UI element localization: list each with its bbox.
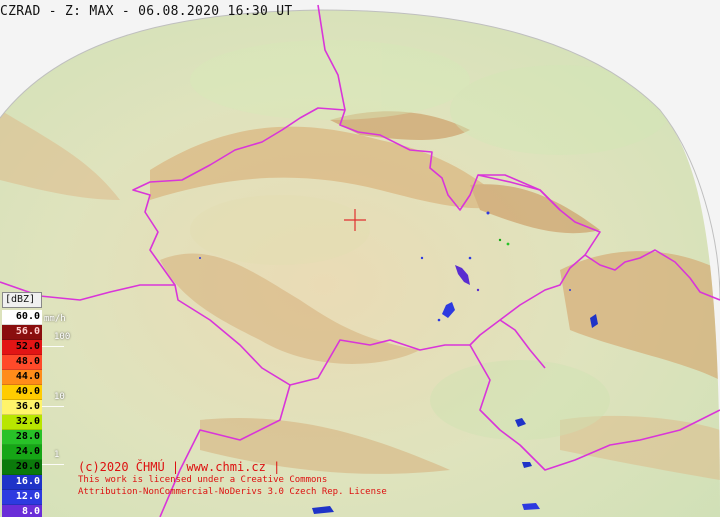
- legend-row: 56.0: [2, 325, 42, 340]
- license-line-2: Attribution-NonCommercial-NoDerivs 3.0 C…: [78, 487, 387, 497]
- copyright-notice: (c)2020 ČHMÚ | www.chmi.cz | This work i…: [78, 460, 387, 498]
- legend-row: 44.0: [2, 370, 42, 385]
- scale-tick: [42, 346, 64, 347]
- dbz-legend: [dBZ] 60.0 56.0 52.0 48.0 44.0 40.0 36.0 32.0 28…: [2, 292, 42, 517]
- map-title: CZRAD - Z: MAX - 06.08.2020 16:30 UT: [0, 4, 293, 19]
- legend-row: 12.0: [2, 490, 42, 505]
- legend-row: 16.0: [2, 475, 42, 490]
- license-line: This work is licensed under a Creative C…: [78, 475, 328, 485]
- scale-tick: [42, 464, 64, 465]
- legend-row: 20.0: [2, 460, 42, 475]
- scale-label: 10: [54, 392, 65, 402]
- copyright-line: (c)2020 ČHMÚ | www.chmi.cz |: [78, 460, 281, 474]
- rain-rate-scale: mm/h 100 10 1: [42, 314, 82, 508]
- radar-map-view: CZRAD - Z: MAX - 06.08.2020 16:30 UT [dB…: [0, 0, 720, 517]
- rain-rate-unit: mm/h: [44, 314, 66, 324]
- legend-row: 28.0: [2, 430, 42, 445]
- legend-row: 60.0: [2, 310, 42, 325]
- scale-tick: [42, 406, 64, 407]
- legend-row: 40.0: [2, 385, 42, 400]
- radar-map[interactable]: [0, 0, 720, 517]
- legend-rows: 60.0 56.0 52.0 48.0 44.0 40.0 36.0 32.0 28.0 24.0…: [2, 310, 42, 517]
- scale-label: 100: [54, 332, 71, 342]
- legend-row: 36.0: [2, 400, 42, 415]
- legend-row: 32.0: [2, 415, 42, 430]
- legend-row: 52.0: [2, 340, 42, 355]
- legend-row: 8.0: [2, 505, 42, 517]
- legend-row: 48.0: [2, 355, 42, 370]
- legend-unit: [dBZ]: [2, 292, 42, 308]
- legend-row: 24.0: [2, 445, 42, 460]
- scale-label: 1: [54, 450, 60, 460]
